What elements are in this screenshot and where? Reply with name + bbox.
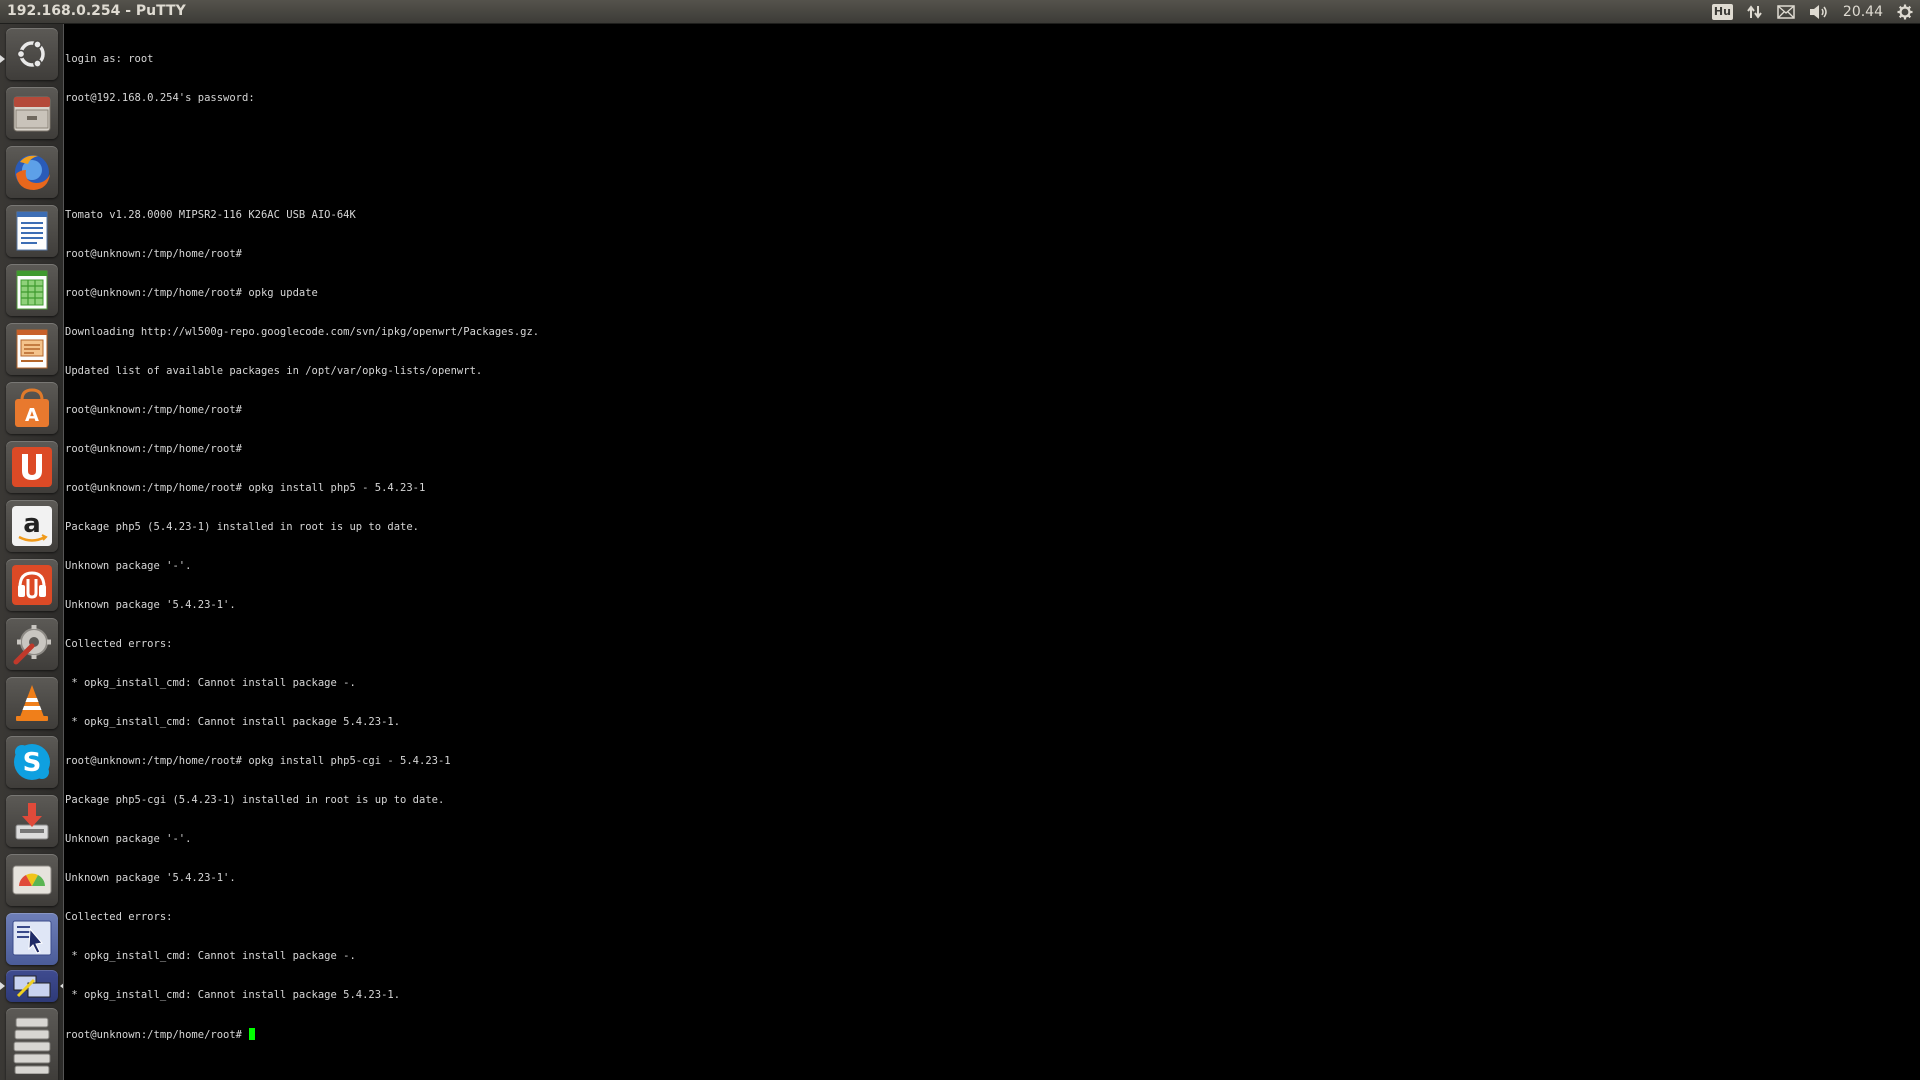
ubuntu-one-icon	[12, 447, 52, 487]
network-icon	[1747, 5, 1762, 19]
skype-icon: S	[14, 744, 50, 780]
launcher-item-vlc[interactable]	[6, 677, 58, 729]
launcher-item-workspace-switcher[interactable]	[6, 913, 58, 965]
launcher-item-disk-usage[interactable]	[6, 854, 58, 906]
launcher-item-install-tool[interactable]	[6, 795, 58, 847]
terminal-line: Collected errors:	[65, 638, 173, 650]
settings-wrench-icon	[13, 625, 51, 665]
terminal-line: root@unknown:/tmp/home/root#	[65, 248, 243, 260]
terminal-line: Unknown package '5.4.23-1'.	[65, 599, 236, 611]
terminal-line: Tomato v1.28.0000 MIPSR2-116 K26AC USB A…	[65, 209, 356, 221]
stack-icon	[13, 1017, 51, 1074]
clock-label: 20.44	[1842, 4, 1883, 20]
terminal-line: root@unknown:/tmp/home/root#	[65, 404, 243, 416]
launcher-item-ubuntu-one-music[interactable]	[6, 559, 58, 611]
terminal-line: Unknown package '-'.	[65, 833, 192, 845]
terminal-line: root@192.168.0.254's password:	[65, 92, 255, 104]
putty-terminal[interactable]: login as: root root@192.168.0.254's pass…	[64, 24, 1920, 1080]
shopping-bag-icon: A	[15, 388, 49, 427]
keyboard-layout-label: Hu	[1711, 4, 1733, 20]
download-icon	[15, 803, 49, 840]
terminal-line: root@unknown:/tmp/home/root#	[65, 443, 243, 455]
amazon-icon: a	[12, 506, 52, 546]
svg-text:a: a	[23, 509, 41, 539]
terminal-prompt: root@unknown:/tmp/home/root#	[65, 1029, 249, 1041]
terminal-line: root@unknown:/tmp/home/root# opkg instal…	[65, 482, 426, 494]
workspace-icon	[12, 920, 52, 956]
svg-text:A: A	[25, 405, 39, 426]
terminal-output: login as: root root@192.168.0.254's pass…	[65, 27, 539, 1067]
top-panel: 192.168.0.254 - PuTTY Hu 20.44	[0, 0, 1920, 24]
launcher-item-firefox[interactable]	[6, 146, 58, 198]
putty-icon	[13, 975, 51, 998]
terminal-line: Downloading http://wl500g-repo.googlecod…	[65, 326, 540, 338]
clock-indicator[interactable]: 20.44	[1836, 0, 1890, 24]
terminal-line: Collected errors:	[65, 911, 173, 923]
launcher-item-putty[interactable]	[0, 970, 63, 1002]
launcher-item-system-settings[interactable]	[6, 618, 58, 670]
disk-chart-icon	[12, 865, 52, 895]
session-indicator[interactable]	[1890, 0, 1920, 24]
terminal-line: Unknown package '5.4.23-1'.	[65, 872, 236, 884]
terminal-line: Updated list of available packages in /o…	[65, 365, 483, 377]
ubuntu-logo-icon	[16, 40, 45, 68]
vlc-cone-icon	[16, 685, 48, 721]
firefox-icon	[15, 155, 50, 190]
launcher-item-ubuntu-one[interactable]	[6, 441, 58, 493]
indicator-area: Hu 20.44	[1705, 0, 1920, 24]
launcher-item-calc[interactable]	[6, 264, 58, 316]
launcher-item-software-center[interactable]: A	[6, 382, 58, 434]
keyboard-layout-indicator[interactable]: Hu	[1705, 0, 1740, 24]
terminal-prompt-line[interactable]: root@unknown:/tmp/home/root#	[65, 1028, 539, 1041]
terminal-line: Unknown package '-'.	[65, 560, 192, 572]
launcher-item-amazon[interactable]: a	[6, 500, 58, 552]
launcher-item-skype[interactable]: S	[6, 736, 58, 788]
launcher: A a S	[0, 24, 64, 1080]
terminal-line: * opkg_install_cmd: Cannot install packa…	[65, 950, 356, 962]
terminal-cursor	[249, 1028, 256, 1040]
terminal-line: * opkg_install_cmd: Cannot install packa…	[65, 989, 401, 1001]
music-icon	[12, 565, 52, 605]
terminal-line: root@unknown:/tmp/home/root# opkg instal…	[65, 755, 451, 767]
messaging-indicator[interactable]	[1770, 0, 1802, 24]
launcher-item-impress[interactable]	[6, 323, 58, 375]
launcher-item-file-manager[interactable]	[0, 55, 58, 139]
file-cabinet-icon	[13, 96, 51, 132]
terminal-line: Package php5-cgi (5.4.23-1) installed in…	[65, 794, 445, 806]
launcher-item-dash-home[interactable]	[6, 28, 58, 80]
network-indicator[interactable]	[1740, 0, 1770, 24]
terminal-line: root@unknown:/tmp/home/root# opkg update	[65, 287, 318, 299]
running-pip	[0, 55, 5, 63]
terminal-line: * opkg_install_cmd: Cannot install packa…	[65, 677, 356, 689]
terminal-line: login as: root	[65, 53, 154, 65]
window-title: 192.168.0.254 - PuTTY	[7, 3, 186, 19]
mail-icon	[1777, 5, 1795, 19]
launcher-item-writer[interactable]	[6, 205, 58, 257]
running-pip	[0, 982, 5, 990]
terminal-line: * opkg_install_cmd: Cannot install packa…	[65, 716, 401, 728]
terminal-line: Package php5 (5.4.23-1) installed in roo…	[65, 521, 420, 533]
volume-icon	[1809, 5, 1827, 19]
gear-icon	[1897, 4, 1913, 20]
sound-indicator[interactable]	[1802, 0, 1836, 24]
presentation-icon	[16, 329, 48, 369]
launcher-item-trash-stack[interactable]	[6, 1008, 58, 1080]
document-icon	[16, 211, 48, 251]
spreadsheet-icon	[16, 270, 48, 310]
svg-text:S: S	[23, 748, 42, 778]
